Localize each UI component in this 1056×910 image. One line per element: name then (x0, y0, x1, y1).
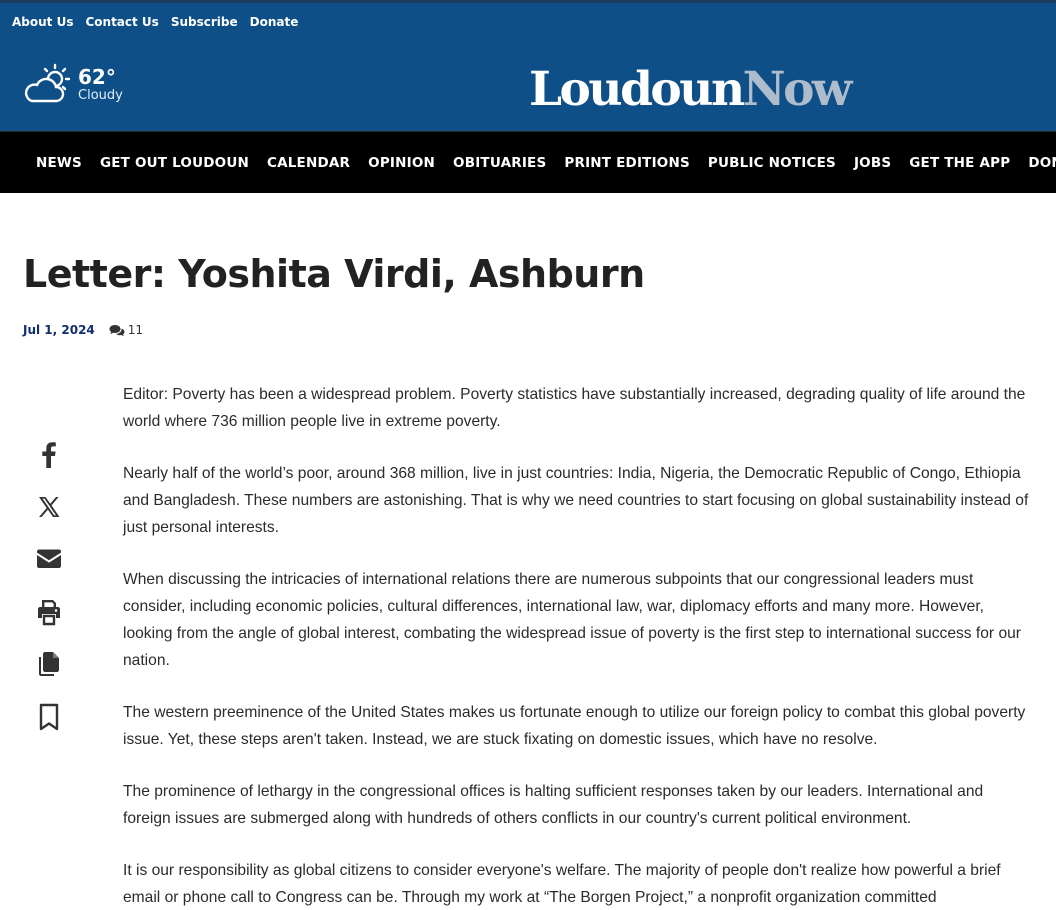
about-us-link[interactable]: About Us (12, 15, 73, 29)
nav-jobs[interactable]: JOBS (854, 155, 891, 171)
copy-icon (39, 652, 59, 677)
share-email-button[interactable] (34, 545, 64, 598)
nav-obituaries[interactable]: OBITUARIES (453, 155, 546, 171)
comment-count: 11 (127, 323, 144, 337)
nav-get-out-loudoun[interactable]: GET OUT LOUDOUN (100, 155, 249, 171)
comments-icon (109, 324, 125, 336)
article-paragraph: It is our responsibility as global citiz… (123, 861, 1001, 906)
subscribe-link[interactable]: Subscribe (171, 15, 238, 29)
article-title: Letter: Yoshita Virdi, Ashburn (23, 252, 645, 296)
contact-us-link[interactable]: Contact Us (85, 15, 158, 29)
bookmark-button[interactable] (34, 703, 64, 756)
top-links: About Us Contact Us Subscribe Donate (12, 15, 298, 29)
share-x-button[interactable] (34, 493, 64, 546)
print-icon (38, 599, 60, 625)
article-date[interactable]: Jul 1, 2024 (23, 323, 95, 337)
logo-loudoun: Loudoun (529, 62, 745, 117)
nav-news[interactable]: NEWS (36, 155, 82, 171)
copy-link-button[interactable] (34, 650, 64, 703)
nav-opinion[interactable]: OPINION (368, 155, 435, 171)
main-nav: NEWS GET OUT LOUDOUN CALENDAR OPINION OB… (0, 131, 1056, 193)
temperature: 62° (78, 65, 116, 89)
logo-now: Now (742, 62, 853, 117)
share-facebook-button[interactable] (34, 440, 64, 493)
email-icon (37, 549, 61, 569)
bookmark-icon (39, 703, 59, 731)
article-paragraph: When discussing the intricacies of inter… (123, 570, 1021, 670)
site-logo[interactable]: LoudounNow (529, 62, 853, 117)
comments-link[interactable]: 11 (109, 323, 143, 337)
article-meta: Jul 1, 2024 11 (23, 323, 143, 337)
partly-cloudy-icon (24, 63, 71, 103)
site-header: About Us Contact Us Subscribe Donate 62°… (0, 3, 1056, 131)
article-paragraph: Nearly half of the world’s poor, around … (123, 464, 1029, 537)
article-body: Editor: Poverty has been a widespread pr… (123, 381, 1033, 910)
donate-link[interactable]: Donate (250, 15, 299, 29)
x-icon (39, 496, 60, 517)
article-paragraph: The western preeminence of the United St… (123, 704, 1026, 749)
weather-widget[interactable]: 62° Cloudy (22, 63, 123, 107)
nav-print-editions[interactable]: PRINT EDITIONS (564, 155, 690, 171)
nav-get-the-app[interactable]: GET THE APP (909, 155, 1010, 171)
nav-calendar[interactable]: CALENDAR (267, 155, 350, 171)
article-paragraph: Editor: Poverty has been a widespread pr… (123, 386, 1026, 431)
weather-condition: Cloudy (78, 88, 123, 103)
share-bar (34, 440, 64, 756)
nav-public-notices[interactable]: PUBLIC NOTICES (708, 155, 836, 171)
facebook-icon (42, 442, 56, 468)
article-paragraph: The prominence of lethargy in the congre… (123, 782, 984, 827)
nav-donate[interactable]: DONATE (1028, 155, 1056, 171)
print-button[interactable] (34, 598, 64, 651)
